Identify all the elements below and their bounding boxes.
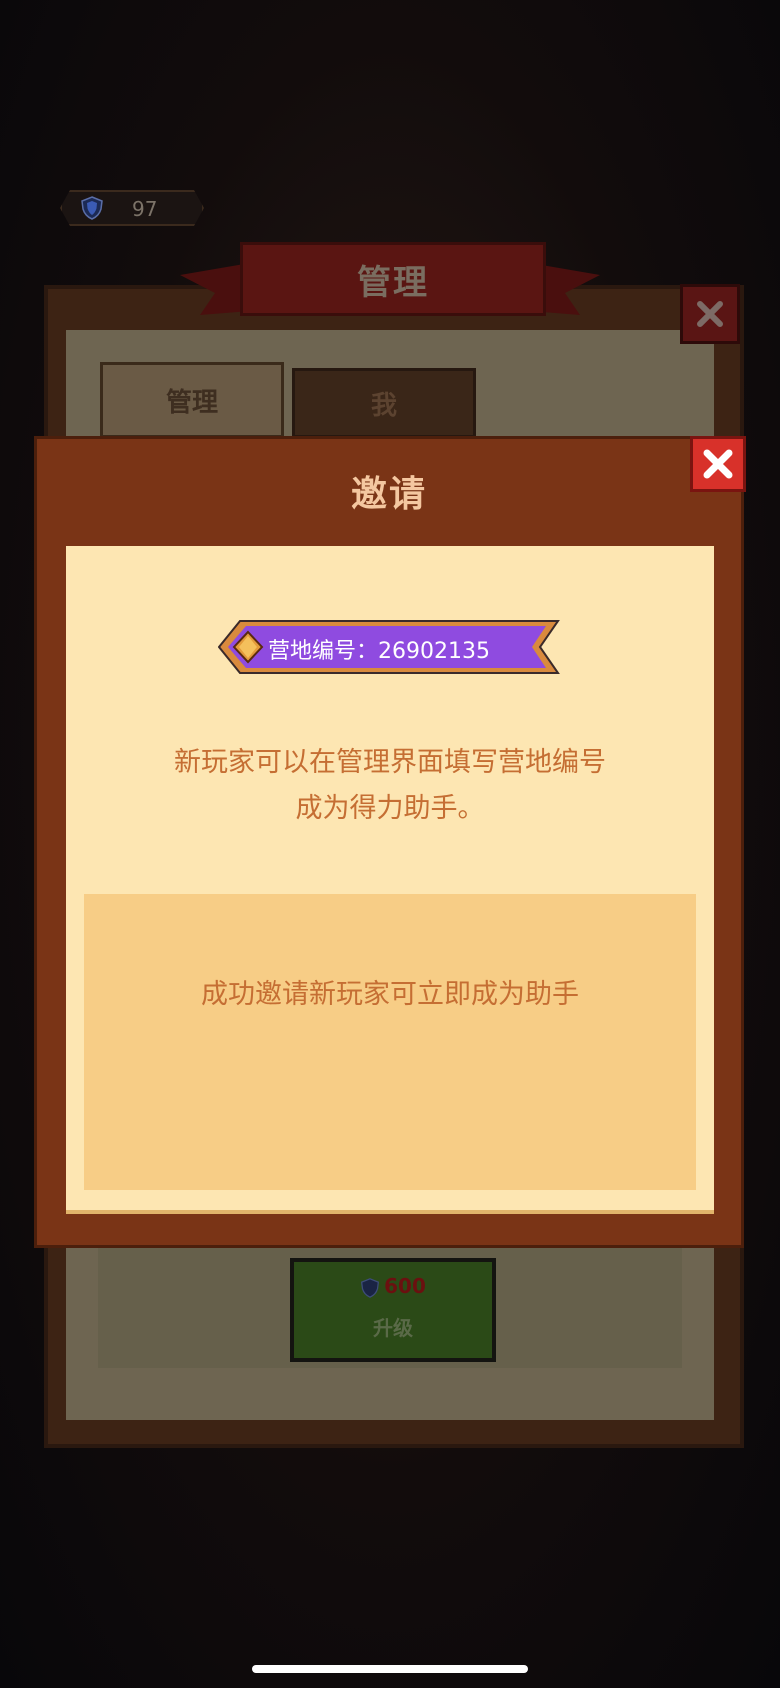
camp-id-value: 26902135	[378, 639, 490, 664]
shield-icon	[361, 1277, 380, 1298]
tab-me[interactable]: 我	[292, 368, 476, 438]
invite-description-line1: 新玩家可以在管理界面填写营地编号	[174, 747, 606, 778]
reward-text: 成功邀请新玩家可立即成为助手	[201, 979, 579, 1010]
tab-management[interactable]: 管理	[100, 362, 284, 438]
trophy-counter: 97	[60, 190, 204, 226]
dialog-title: 邀请	[350, 474, 427, 515]
camp-id-text: 营地编号：26902135	[268, 633, 490, 665]
tab-management-label: 管理	[165, 387, 218, 418]
tab-me-label: 我	[370, 390, 397, 421]
trophy-count: 97	[132, 197, 158, 221]
management-title: 管理	[357, 262, 429, 303]
upgrade-cost: 600	[294, 1274, 492, 1299]
management-close-button[interactable]	[680, 284, 740, 344]
close-icon	[703, 449, 733, 479]
home-indicator[interactable]	[252, 1665, 528, 1673]
invite-description-line2: 成为得力助手。	[295, 793, 485, 824]
close-icon	[697, 301, 723, 327]
upgrade-button[interactable]: 600 升级	[290, 1258, 496, 1362]
management-title-banner: 管理	[240, 242, 546, 316]
dialog-close-button[interactable]	[690, 436, 746, 492]
upgrade-label: 升级	[373, 1316, 413, 1340]
upgrade-cost-value: 600	[384, 1274, 426, 1298]
shield-icon	[80, 196, 104, 220]
camp-id-label: 营地编号：	[268, 639, 379, 664]
reward-box	[84, 894, 696, 1190]
